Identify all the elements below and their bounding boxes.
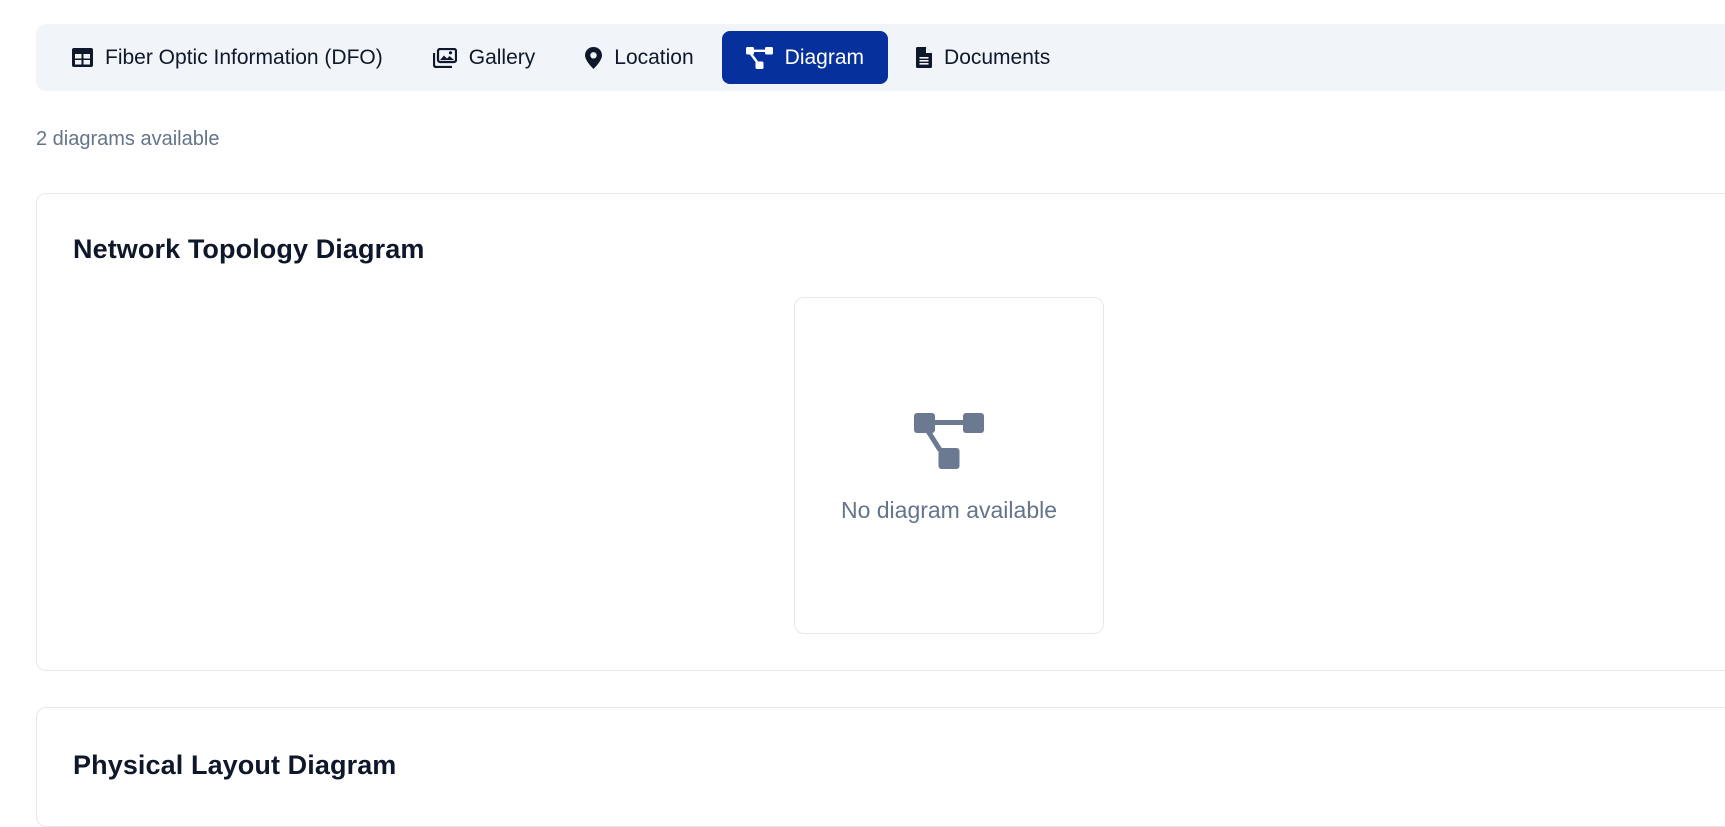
tab-bar: Fiber Optic Information (DFO) Gallery Lo… [36, 24, 1725, 91]
diagram-placeholder: No diagram available [794, 297, 1104, 634]
diagram-icon [914, 407, 984, 469]
tab-fiber-optic-information[interactable]: Fiber Optic Information (DFO) [44, 31, 405, 84]
tab-documents[interactable]: Documents [888, 31, 1072, 84]
diagram-title: Network Topology Diagram [73, 234, 425, 264]
tab-location[interactable]: Location [557, 31, 715, 84]
tab-label: Documents [944, 45, 1051, 69]
diagram-count: 2 diagrams available [36, 128, 220, 150]
map-pin-icon [585, 46, 603, 69]
tab-label: Location [614, 45, 694, 69]
images-icon [432, 47, 457, 68]
diagram-card: Network Topology Diagram No diagram avai… [36, 193, 1725, 671]
tab-diagram[interactable]: Diagram [721, 31, 889, 84]
tab-gallery[interactable]: Gallery [405, 31, 558, 84]
tab-label: Fiber Optic Information (DFO) [105, 45, 383, 69]
tab-label: Diagram [784, 45, 865, 69]
document-icon [916, 47, 933, 68]
diagram-icon [745, 46, 773, 69]
diagram-title: Physical Layout Diagram [73, 750, 397, 780]
tab-label: Gallery [468, 45, 536, 69]
table-icon [72, 48, 93, 67]
diagram-card: Physical Layout Diagram [36, 707, 1725, 827]
empty-state-text: No diagram available [840, 497, 1058, 523]
